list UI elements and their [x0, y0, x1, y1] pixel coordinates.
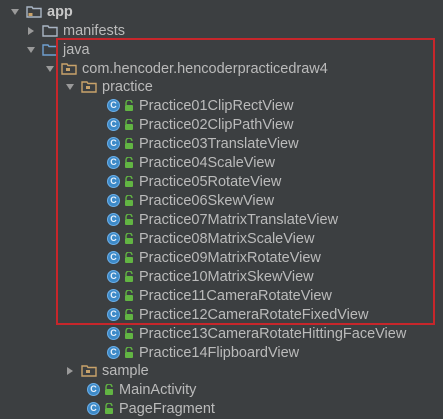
unlock-icon — [124, 270, 134, 283]
tree-node-label: Practice13CameraRotateHittingFaceView — [139, 325, 407, 342]
package-icon — [81, 364, 97, 377]
tree-node-class[interactable]: C MainActivity — [0, 380, 443, 399]
tree-node-class[interactable]: C Practice05RotateView — [0, 172, 443, 191]
tree-node-label: Practice08MatrixScaleView — [139, 230, 315, 247]
tree-node-class[interactable]: C Practice09MatrixRotateView — [0, 248, 443, 267]
unlock-icon — [104, 383, 114, 396]
chevron-down-icon[interactable] — [45, 64, 55, 74]
chevron-right-icon[interactable] — [65, 366, 75, 376]
chevron-down-icon[interactable] — [65, 82, 75, 92]
chevron-right-icon[interactable] — [26, 26, 36, 36]
package-icon — [61, 62, 77, 75]
tree-node-app[interactable]: app — [0, 2, 443, 21]
tree-node-label: sample — [102, 362, 149, 379]
tree-node-label: Practice11CameraRotateView — [139, 287, 332, 304]
tree-node-label: Practice05RotateView — [139, 173, 282, 190]
tree-node-label: manifests — [63, 22, 126, 39]
unlock-icon — [124, 137, 134, 150]
tree-node-label: Practice10MatrixSkewView — [139, 268, 314, 285]
class-icon: C — [107, 213, 120, 226]
class-icon: C — [107, 346, 120, 359]
class-icon: C — [107, 156, 120, 169]
tree-node-label: PageFragment — [119, 400, 215, 417]
module-folder-icon — [26, 5, 42, 18]
class-icon: C — [107, 289, 120, 302]
unlock-icon — [124, 194, 134, 207]
tree-node-label: MainActivity — [119, 381, 197, 398]
tree-node-class[interactable]: C Practice04ScaleView — [0, 153, 443, 172]
folder-icon — [42, 24, 58, 37]
class-icon: C — [107, 327, 120, 340]
tree-node-class[interactable]: C Practice07MatrixTranslateView — [0, 210, 443, 229]
class-icon: C — [107, 175, 120, 188]
unlock-icon — [124, 99, 134, 112]
tree-node-label: Practice02ClipPathView — [139, 116, 294, 133]
tree-node-class[interactable]: C Practice13CameraRotateHittingFaceView — [0, 324, 443, 343]
unlock-icon — [124, 327, 134, 340]
class-icon: C — [107, 308, 120, 321]
class-icon: C — [107, 194, 120, 207]
class-icon: C — [107, 99, 120, 112]
tree-node-label: Practice06SkewView — [139, 192, 275, 209]
class-icon: C — [107, 232, 120, 245]
tree-node-class[interactable]: C Practice14FlipboardView — [0, 343, 443, 362]
tree-node-class[interactable]: C Practice03TranslateView — [0, 134, 443, 153]
tree-node-label: Practice14FlipboardView — [139, 344, 300, 361]
unlock-icon — [124, 289, 134, 302]
unlock-icon — [124, 213, 134, 226]
tree-node-label: Practice09MatrixRotateView — [139, 249, 321, 266]
class-icon: C — [107, 137, 120, 150]
class-icon: C — [107, 118, 120, 131]
tree-node-label: app — [47, 3, 73, 20]
unlock-icon — [124, 251, 134, 264]
tree-node-class[interactable]: C Practice01ClipRectView — [0, 96, 443, 115]
unlock-icon — [124, 232, 134, 245]
class-icon: C — [87, 383, 100, 396]
unlock-icon — [124, 175, 134, 188]
tree-node-label: Practice04ScaleView — [139, 154, 275, 171]
project-tree: app manifests java com.hencoder.hencoder… — [0, 0, 443, 419]
chevron-down-icon[interactable] — [26, 45, 36, 55]
unlock-icon — [124, 118, 134, 131]
tree-node-java[interactable]: java — [0, 40, 443, 59]
unlock-icon — [124, 346, 134, 359]
unlock-icon — [104, 402, 114, 415]
tree-node-class[interactable]: C Practice12CameraRotateFixedView — [0, 305, 443, 324]
tree-node-class[interactable]: C PageFragment — [0, 399, 443, 418]
class-icon: C — [107, 251, 120, 264]
class-icon: C — [87, 402, 100, 415]
package-icon — [81, 80, 97, 93]
tree-node-class[interactable]: C Practice11CameraRotateView — [0, 286, 443, 305]
tree-node-sample[interactable]: sample — [0, 361, 443, 380]
tree-node-manifests[interactable]: manifests — [0, 21, 443, 40]
chevron-down-icon[interactable] — [10, 7, 20, 17]
tree-node-class[interactable]: C Practice08MatrixScaleView — [0, 229, 443, 248]
tree-node-class[interactable]: C Practice06SkewView — [0, 191, 443, 210]
tree-node-package[interactable]: com.hencoder.hencoderpracticedraw4 — [0, 59, 443, 78]
unlock-icon — [124, 156, 134, 169]
source-folder-icon — [42, 43, 58, 56]
class-icon: C — [107, 270, 120, 283]
tree-node-label: Practice07MatrixTranslateView — [139, 211, 339, 228]
tree-node-class[interactable]: C Practice02ClipPathView — [0, 115, 443, 134]
tree-node-label: Practice01ClipRectView — [139, 97, 294, 114]
tree-node-label: Practice12CameraRotateFixedView — [139, 306, 369, 323]
tree-node-practice[interactable]: practice — [0, 77, 443, 96]
tree-node-label: com.hencoder.hencoderpracticedraw4 — [82, 60, 328, 77]
tree-node-class[interactable]: C Practice10MatrixSkewView — [0, 267, 443, 286]
tree-node-label: practice — [102, 78, 153, 95]
unlock-icon — [124, 308, 134, 321]
tree-node-label: Practice03TranslateView — [139, 135, 299, 152]
tree-node-label: java — [63, 41, 90, 58]
